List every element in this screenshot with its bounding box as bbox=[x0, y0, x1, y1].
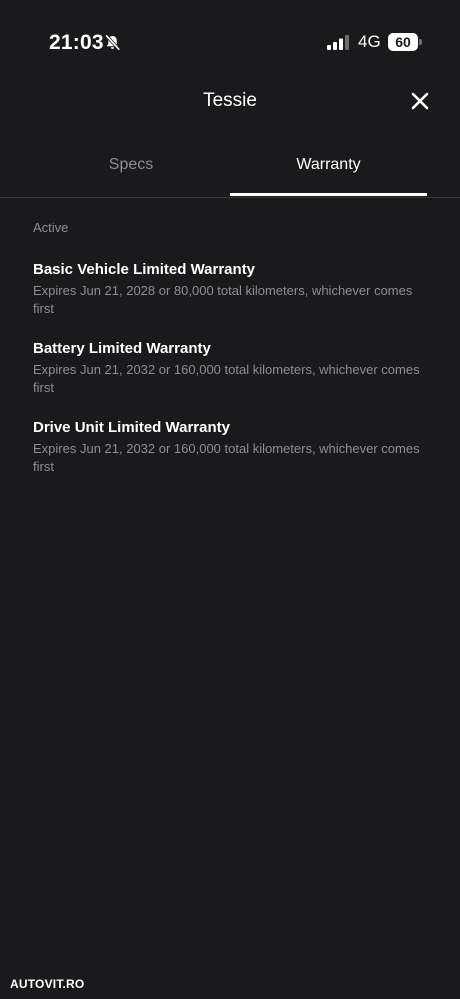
warranty-description: Expires Jun 21, 2032 or 160,000 total ki… bbox=[33, 441, 420, 474]
warranty-description: Expires Jun 21, 2028 or 80,000 total kil… bbox=[33, 283, 413, 316]
close-button[interactable] bbox=[405, 86, 435, 116]
bell-slash-icon bbox=[104, 34, 121, 51]
watermark: AUTOVIT.RO bbox=[10, 977, 85, 991]
close-icon bbox=[405, 86, 435, 116]
battery-tip bbox=[419, 39, 422, 45]
signal-bars-icon bbox=[327, 35, 349, 50]
list-item: Basic Vehicle Limited Warranty Expires J… bbox=[33, 260, 433, 318]
status-time: 21:03 bbox=[49, 31, 104, 54]
list-item: Drive Unit Limited Warranty Expires Jun … bbox=[33, 418, 433, 476]
battery-icon: 60 bbox=[388, 33, 418, 51]
warranty-title: Battery Limited Warranty bbox=[33, 340, 211, 357]
network-type: 4G bbox=[358, 32, 381, 51]
tab-specs[interactable]: Specs bbox=[33, 140, 229, 196]
tab-bar: Specs Warranty bbox=[0, 140, 460, 198]
page-title: Tessie bbox=[203, 90, 257, 111]
warranty-title: Drive Unit Limited Warranty bbox=[33, 419, 230, 436]
tab-warranty[interactable]: Warranty bbox=[230, 140, 427, 196]
status-bar: 21:03 4G 60 bbox=[0, 0, 460, 86]
warranty-description: Expires Jun 21, 2032 or 160,000 total ki… bbox=[33, 362, 420, 395]
active-tab-indicator bbox=[230, 193, 427, 196]
warranty-title: Basic Vehicle Limited Warranty bbox=[33, 261, 256, 278]
section-label-active: Active bbox=[33, 220, 69, 235]
list-item: Battery Limited Warranty Expires Jun 21,… bbox=[33, 339, 433, 397]
